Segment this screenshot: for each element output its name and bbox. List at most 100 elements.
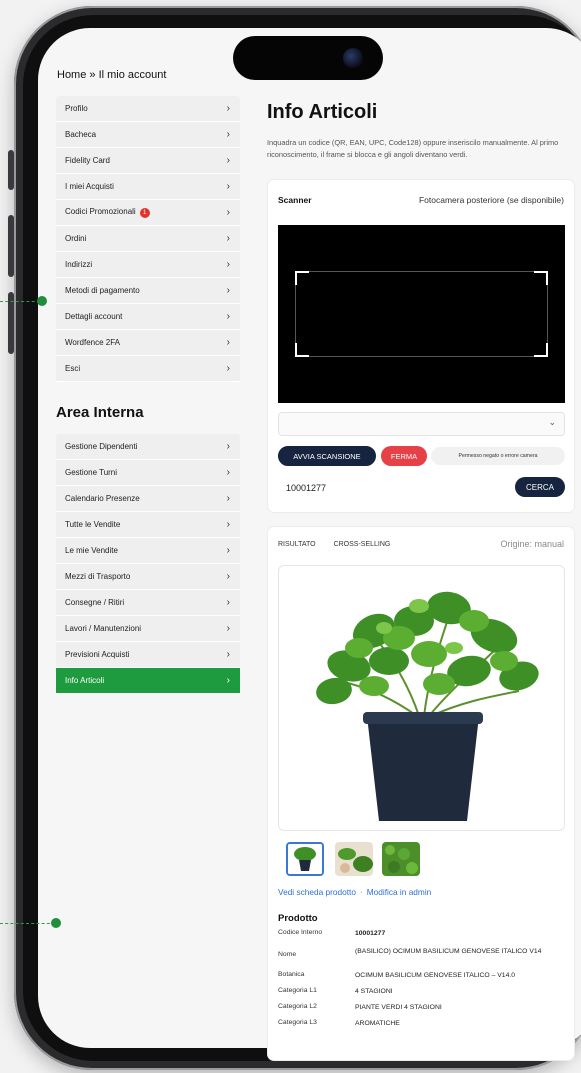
edit-admin-link[interactable]: Modifica in admin bbox=[367, 887, 432, 897]
internal-menu-item[interactable]: Mezzi di Trasporto › bbox=[56, 564, 240, 590]
spec-key: Categoria L2 bbox=[278, 1003, 317, 1010]
account-menu-item[interactable]: I miei Acquisti › bbox=[56, 174, 240, 200]
product-image bbox=[278, 565, 565, 831]
internal-area-title: Area Interna bbox=[56, 404, 144, 421]
annotation-dot bbox=[51, 918, 61, 928]
chevron-right-icon: › bbox=[226, 571, 230, 582]
internal-menu-item-label: Mezzi di Trasporto bbox=[65, 572, 131, 581]
chevron-right-icon: › bbox=[226, 337, 230, 348]
chevron-down-icon: ⌄ bbox=[548, 417, 556, 427]
spec-value: 4 STAGIONI bbox=[355, 988, 393, 995]
label-wrap: Codici Promozionali 1 bbox=[65, 207, 150, 218]
internal-menu-item[interactable]: Gestione Turni › bbox=[56, 460, 240, 486]
scanner-label: Scanner bbox=[278, 195, 312, 205]
account-menu-item-label: Indirizzi bbox=[65, 260, 93, 269]
chevron-right-icon: › bbox=[226, 675, 230, 686]
view-product-link[interactable]: Vedi scheda prodotto bbox=[278, 887, 356, 897]
camera-selector[interactable]: Fotocamera posteriore (se disponibile) bbox=[419, 195, 564, 205]
chevron-right-icon: › bbox=[226, 285, 230, 296]
annotation-line bbox=[0, 301, 40, 302]
origin-label: Origine: manual bbox=[500, 539, 564, 549]
chevron-right-icon: › bbox=[226, 129, 230, 140]
internal-menu-item[interactable]: Calendario Presenze › bbox=[56, 486, 240, 512]
account-menu-item-label: Bacheca bbox=[65, 130, 97, 139]
chevron-right-icon: › bbox=[226, 363, 230, 374]
chevron-right-icon: › bbox=[226, 233, 230, 244]
internal-menu-item-label: Info Articoli bbox=[65, 676, 105, 685]
internal-menu-item[interactable]: Lavori / Manutenzioni › bbox=[56, 616, 240, 642]
account-menu-item-label: Metodi di pagamento bbox=[65, 286, 140, 295]
account-menu-item-label: I miei Acquisti bbox=[65, 182, 114, 191]
account-menu-item[interactable]: Esci › bbox=[56, 356, 240, 382]
spec-key: Botanica bbox=[278, 971, 305, 978]
stop-button[interactable]: FERMA bbox=[381, 446, 427, 466]
chevron-right-icon: › bbox=[226, 207, 230, 218]
product-links: Vedi scheda prodotto · Modifica in admin bbox=[278, 887, 431, 897]
internal-menu-item-label: Lavori / Manutenzioni bbox=[65, 624, 142, 633]
spec-value: PIANTE VERDI 4 STAGIONI bbox=[355, 1004, 442, 1011]
chevron-right-icon: › bbox=[226, 311, 230, 322]
account-menu-item[interactable]: Wordfence 2FA › bbox=[56, 330, 240, 356]
internal-menu-item-label: Gestione Dipendenti bbox=[65, 442, 138, 451]
internal-menu-item[interactable]: Tutte le Vendite › bbox=[56, 512, 240, 538]
account-menu-item[interactable]: Dettagli account › bbox=[56, 304, 240, 330]
thumbnail-2[interactable] bbox=[335, 842, 373, 876]
account-menu-item[interactable]: Profilo › bbox=[56, 96, 240, 122]
side-button bbox=[8, 150, 14, 190]
device-select[interactable]: ⌄ bbox=[278, 412, 565, 436]
chevron-right-icon: › bbox=[226, 441, 230, 452]
internal-menu-item-label: Consegne / Ritiri bbox=[65, 598, 125, 607]
spec-key: Codice Interno bbox=[278, 929, 323, 936]
chevron-right-icon: › bbox=[226, 597, 230, 608]
scan-corner bbox=[295, 343, 309, 357]
result-tabs: RISULTATO CROSS-SELLING bbox=[278, 541, 406, 548]
start-scan-button[interactable]: AVVIA SCANSIONE bbox=[278, 446, 376, 466]
spec-key: Categoria L3 bbox=[278, 1019, 317, 1026]
internal-menu-item-label: Gestione Turni bbox=[65, 468, 118, 477]
chevron-right-icon: › bbox=[226, 649, 230, 660]
chevron-right-icon: › bbox=[226, 181, 230, 192]
internal-menu: Gestione Dipendenti › Gestione Turni › Calen… bbox=[56, 434, 240, 694]
basil-plant-image bbox=[316, 591, 539, 821]
notification-badge: 1 bbox=[139, 208, 150, 218]
internal-menu-item[interactable]: Previsioni Acquisti › bbox=[56, 642, 240, 668]
thumbnail-1[interactable] bbox=[286, 842, 324, 876]
internal-menu-item[interactable]: Le mie Vendite › bbox=[56, 538, 240, 564]
annotation-line bbox=[0, 923, 55, 924]
internal-menu-item[interactable]: Info Articoli › bbox=[56, 668, 240, 694]
account-menu-item[interactable]: Ordini › bbox=[56, 226, 240, 252]
page-title: Info Articoli bbox=[267, 101, 378, 123]
thumbnail-3[interactable] bbox=[382, 842, 420, 876]
breadcrumb[interactable]: Home » Il mio account bbox=[57, 69, 166, 81]
account-menu-item-label: Codici Promozionali bbox=[65, 207, 136, 216]
code-input[interactable] bbox=[278, 476, 508, 500]
account-menu-item[interactable]: Indirizzi › bbox=[56, 252, 240, 278]
account-menu-item[interactable]: Codici Promozionali 1 › bbox=[56, 200, 240, 226]
chevron-right-icon: › bbox=[226, 623, 230, 634]
chevron-right-icon: › bbox=[226, 545, 230, 556]
account-menu-item[interactable]: Fidelity Card › bbox=[56, 148, 240, 174]
side-button bbox=[8, 215, 14, 277]
account-menu: Profilo › Bacheca › Fidelity Card › I miei Acq… bbox=[56, 96, 240, 382]
product-section-title: Prodotto bbox=[278, 913, 318, 924]
chevron-right-icon: › bbox=[226, 155, 230, 166]
internal-menu-item[interactable]: Gestione Dipendenti › bbox=[56, 434, 240, 460]
account-menu-item-label: Fidelity Card bbox=[65, 156, 110, 165]
account-menu-item[interactable]: Bacheca › bbox=[56, 122, 240, 148]
page-description: Inquadra un codice (QR, EAN, UPC, Code12… bbox=[267, 138, 559, 159]
chevron-right-icon: › bbox=[226, 519, 230, 530]
tab-cross-selling[interactable]: CROSS-SELLING bbox=[334, 541, 391, 548]
account-menu-item[interactable]: Metodi di pagamento › bbox=[56, 278, 240, 304]
link-separator: · bbox=[359, 887, 363, 897]
tab-result[interactable]: RISULTATO bbox=[278, 541, 316, 548]
annotation-dot bbox=[37, 296, 47, 306]
search-button[interactable]: CERCA bbox=[515, 477, 565, 497]
chevron-right-icon: › bbox=[226, 493, 230, 504]
camera-preview bbox=[278, 225, 565, 403]
scanner-header: Scanner Fotocamera posteriore (se dispon… bbox=[268, 180, 574, 220]
result-card: RISULTATO CROSS-SELLING Origine: manual bbox=[268, 527, 574, 1060]
spec-key: Nome bbox=[278, 951, 297, 958]
internal-menu-item[interactable]: Consegne / Ritiri › bbox=[56, 590, 240, 616]
scanner-card: Scanner Fotocamera posteriore (se dispon… bbox=[268, 180, 574, 512]
account-menu-item-label: Ordini bbox=[65, 234, 87, 243]
